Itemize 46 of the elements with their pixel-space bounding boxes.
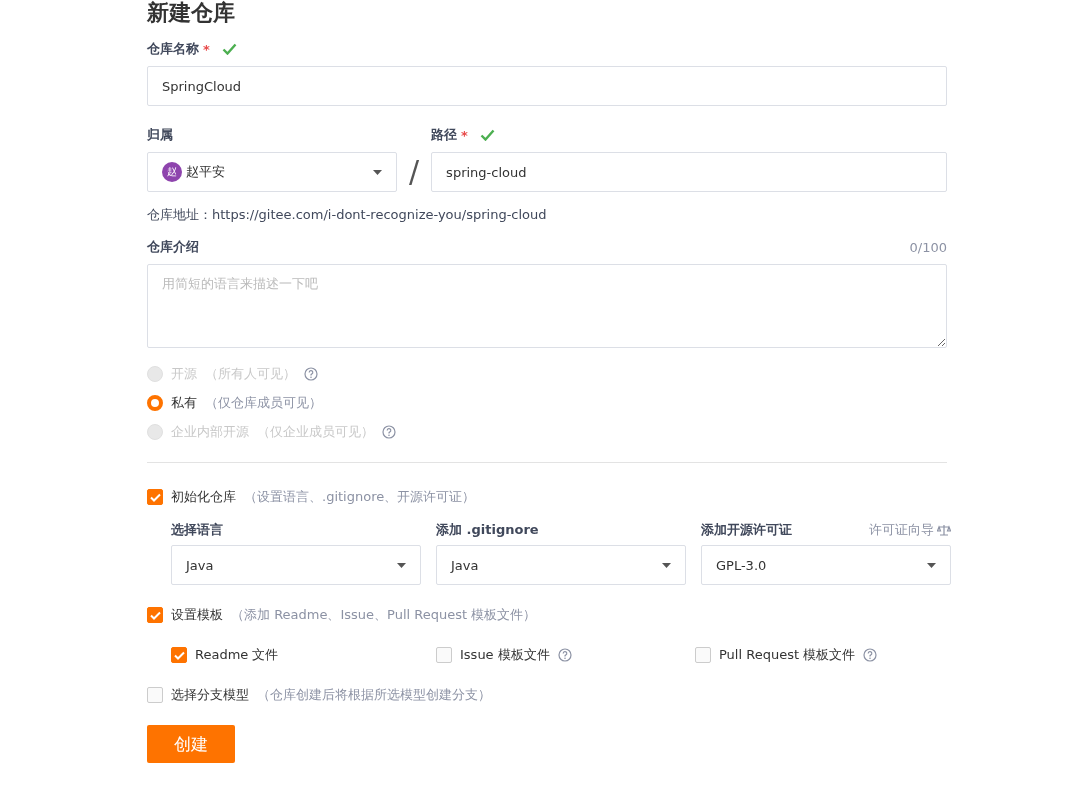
- checkbox-label: 设置模板: [171, 606, 223, 624]
- radio-note: （仅仓库成员可见）: [205, 394, 322, 412]
- caret-icon: [397, 562, 406, 568]
- checkbox[interactable]: [147, 489, 163, 505]
- page-title: 新建仓库: [147, 0, 236, 26]
- field-label: 仓库名称: [147, 40, 199, 58]
- checkbox[interactable]: [147, 687, 163, 703]
- dropdown-select[interactable]: Java: [171, 545, 421, 585]
- repo-address: 仓库地址：https://gitee.com/i-dont-recognize-you/spring-cloud: [147, 206, 548, 224]
- checkbox[interactable]: [171, 647, 187, 663]
- radio-button[interactable]: [147, 395, 163, 411]
- slash-separator: /: [408, 153, 421, 191]
- checkbox-label: Issue 模板文件: [460, 646, 550, 664]
- required-mark: *: [203, 41, 210, 57]
- help-icon[interactable]: [557, 648, 572, 662]
- caret-icon: [927, 562, 936, 568]
- field-label: 添加 .gitignore: [436, 521, 539, 539]
- caret-icon: [662, 562, 671, 568]
- checkbox-note: （设置语言、.gitignore、开源许可证）: [244, 488, 476, 506]
- dropdown-select[interactable]: Java: [436, 545, 686, 585]
- checkmark-icon: [221, 43, 237, 55]
- owner-select[interactable]: 赵 赵平安: [147, 152, 397, 192]
- dropdown-select[interactable]: GPL-3.0: [701, 545, 951, 585]
- caret-icon: [373, 169, 382, 175]
- checkbox-label: Pull Request 模板文件: [719, 646, 856, 664]
- radio-label: 私有: [171, 394, 197, 412]
- field-label: 添加开源许可证: [701, 521, 792, 539]
- checkbox[interactable]: [436, 647, 452, 663]
- field-label: 归属: [147, 126, 173, 144]
- checkbox-label: 初始化仓库: [171, 488, 236, 506]
- field-label: 选择语言: [171, 521, 223, 539]
- field-label: 仓库介绍: [147, 238, 199, 256]
- checkbox[interactable]: [695, 647, 711, 663]
- checkbox-label: 选择分支模型: [171, 686, 249, 704]
- input-field[interactable]: spring-cloud: [431, 152, 947, 192]
- help-icon[interactable]: [863, 648, 878, 662]
- checkbox[interactable]: [147, 607, 163, 623]
- checkbox-label: Readme 文件: [195, 646, 279, 664]
- checkmark-icon: [479, 129, 495, 141]
- checkbox-note: （仓库创建后将根据所选模型创建分支）: [257, 686, 491, 704]
- field-label: 路径: [431, 126, 458, 144]
- checkbox-note: （添加 Readme、Issue、Pull Request 模板文件）: [231, 606, 537, 624]
- scale-icon: [937, 524, 951, 536]
- char-counter: 0/100: [909, 239, 947, 255]
- input-field[interactable]: SpringCloud: [147, 66, 947, 106]
- required-mark: *: [461, 127, 468, 143]
